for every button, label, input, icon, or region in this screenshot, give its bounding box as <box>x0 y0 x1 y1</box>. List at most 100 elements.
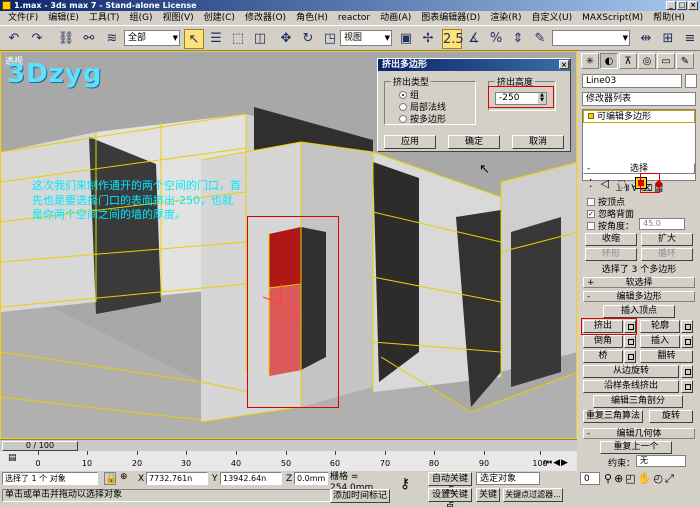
bevel-settings-icon[interactable] <box>624 335 636 348</box>
set-key-button[interactable]: 设置关键点 <box>428 488 472 507</box>
scale-icon[interactable]: ◳ <box>320 29 340 49</box>
go-to-start-icon[interactable]: ⏮ <box>544 458 552 468</box>
cancel-button[interactable]: 取消 <box>512 135 564 149</box>
stack-item-editable-poly[interactable]: 可编辑多边形 <box>583 110 695 123</box>
window-crossing-icon[interactable]: ◫ <box>250 29 270 49</box>
rotate-icon[interactable]: ↻ <box>298 29 318 49</box>
play-icon[interactable]: ▶ <box>561 458 568 468</box>
bind-space-warp-icon[interactable]: ≋ <box>102 29 122 49</box>
redo-icon[interactable]: ↷ <box>27 29 47 49</box>
select-by-name-icon[interactable]: ☰ <box>206 29 226 49</box>
motion-tab-icon[interactable]: ◎ <box>638 53 656 69</box>
pan-icon[interactable]: ✋ <box>638 472 652 486</box>
menu-rendering[interactable]: 渲染(R) <box>485 11 526 25</box>
undo-icon[interactable]: ↶ <box>4 29 24 49</box>
menu-graph-editors[interactable]: 图表编辑器(D) <box>416 11 485 25</box>
flip-button[interactable]: 翻转 <box>640 350 693 363</box>
hierarchy-tab-icon[interactable]: ⊼ <box>619 53 637 69</box>
zoom-all-icon[interactable]: ⊕ <box>614 472 623 486</box>
align-icon[interactable]: ⊞ <box>658 29 678 49</box>
menu-maxscript[interactable]: MAXScript(M) <box>577 11 648 25</box>
add-time-tag-button[interactable]: 添加时间标记 <box>330 489 390 503</box>
utilities-tab-icon[interactable]: ✎ <box>676 53 694 69</box>
bevel-button[interactable]: 倒角 <box>583 335 623 348</box>
key-filters-button[interactable]: 关键点过滤器... <box>503 488 563 502</box>
inset-settings-icon[interactable] <box>681 335 693 348</box>
track-bar-icon[interactable]: ▤ <box>8 453 17 463</box>
mirror-icon[interactable]: ⇹ <box>636 29 656 49</box>
create-tab-icon[interactable]: ✳ <box>581 53 599 69</box>
time-slider-track[interactable]: 0 / 100 <box>0 439 577 451</box>
edit-polygons-rollout-header[interactable]: - 编辑多边形 <box>583 291 695 302</box>
edge-level-icon[interactable]: ◁ <box>601 177 609 193</box>
loop-button[interactable]: 循环 <box>641 248 693 261</box>
snaps-toggle-icon[interactable]: 2.5 <box>442 29 464 49</box>
grow-button[interactable]: 扩大 <box>641 233 693 246</box>
spinner-snap-icon[interactable]: ⇕ <box>508 29 528 49</box>
turn-button[interactable]: 旋转 <box>649 410 693 423</box>
edit-geometry-rollout-header[interactable]: - 编辑几何体 <box>583 428 695 439</box>
current-frame-field[interactable]: 0 <box>580 472 600 485</box>
inset-button[interactable]: 插入 <box>640 335 680 348</box>
auto-key-button[interactable]: 自动关键点 <box>428 472 472 496</box>
select-manipulate-icon[interactable]: ✢ <box>418 29 438 49</box>
menu-modifiers[interactable]: 修改器(O) <box>240 11 291 25</box>
link-icon[interactable]: ⛓ <box>56 29 76 49</box>
minimize-button[interactable]: _ <box>666 1 676 10</box>
menu-file[interactable]: 文件(F) <box>3 11 43 25</box>
unlink-icon[interactable]: ⚯ <box>79 29 99 49</box>
bridge-settings-icon[interactable] <box>624 350 636 363</box>
menu-create[interactable]: 创建(C) <box>199 11 240 25</box>
menu-customize[interactable]: 自定义(U) <box>527 11 578 25</box>
retriangulate-button[interactable]: 重复三角算法 <box>583 410 643 423</box>
y-coordinate-field[interactable]: 13942.64n <box>220 472 282 485</box>
select-object-icon[interactable]: ↖ <box>184 29 204 49</box>
menu-reactor[interactable]: reactor <box>333 11 375 25</box>
hinge-from-edge-button[interactable]: 从边旋转 <box>583 365 679 378</box>
insert-vertex-button[interactable]: 插入顶点 <box>603 305 675 318</box>
menu-edit[interactable]: 编辑(E) <box>43 11 84 25</box>
shrink-button[interactable]: 收缩 <box>585 233 637 246</box>
key-icon[interactable]: ⚷ <box>400 476 410 492</box>
lock-selection-icon[interactable]: 🔒 <box>104 472 117 485</box>
maximize-button[interactable]: □ <box>677 1 687 10</box>
menu-help[interactable]: 帮助(H) <box>648 11 690 25</box>
menu-tools[interactable]: 工具(T) <box>84 11 125 25</box>
soft-selection-rollout-header[interactable]: + 软选择 <box>583 277 695 288</box>
bridge-button[interactable]: 桥 <box>583 350 623 363</box>
angle-snap-icon[interactable]: ∡ <box>464 29 484 49</box>
option-by-polygon[interactable]: 按多边形 <box>399 112 446 125</box>
pivot-center-icon[interactable]: ▣ <box>396 29 416 49</box>
apply-button[interactable]: 应用 <box>384 135 436 149</box>
timeline-ruler[interactable]: ▤ 0 10 20 30 40 50 60 70 80 90 100 <box>0 451 577 471</box>
outline-settings-icon[interactable] <box>681 320 693 333</box>
menu-animation[interactable]: 动画(A) <box>375 11 416 25</box>
by-angle-checkbox[interactable]: 按角度： <box>587 219 634 232</box>
hinge-settings-icon[interactable] <box>681 365 693 378</box>
move-icon[interactable]: ✥ <box>276 29 296 49</box>
named-selection-sets-select[interactable] <box>552 30 630 46</box>
zoom-extents-icon[interactable]: ◰ <box>625 472 635 486</box>
layer-manager-icon[interactable]: ≡ <box>680 29 700 49</box>
extrude-along-spline-button[interactable]: 沿样条线挤出 <box>583 380 679 393</box>
close-button[interactable]: × <box>688 1 698 10</box>
zoom-icon[interactable]: ⚲ <box>604 472 612 486</box>
outline-button[interactable]: 轮廓 <box>640 320 680 333</box>
selection-filter-select[interactable]: 全部 <box>124 30 180 46</box>
extrude-along-spline-settings-icon[interactable] <box>681 380 693 393</box>
maximize-viewport-icon[interactable]: ⤢ <box>665 472 674 486</box>
angle-value-field[interactable]: 45.0 <box>639 218 685 230</box>
dialog-close-button[interactable]: × <box>559 60 569 69</box>
menu-views[interactable]: 视图(V) <box>157 11 198 25</box>
percent-snap-icon[interactable]: % <box>486 29 506 49</box>
arc-rotate-icon[interactable]: ◴ <box>653 472 663 486</box>
time-slider[interactable]: 0 / 100 <box>2 441 78 451</box>
ok-button[interactable]: 确定 <box>448 135 500 149</box>
object-color-swatch[interactable] <box>685 74 697 88</box>
menu-group[interactable]: 组(G) <box>124 11 157 25</box>
edit-triangulation-button[interactable]: 编辑三角剖分 <box>593 395 683 408</box>
ring-button[interactable]: 环形 <box>585 248 637 261</box>
display-tab-icon[interactable]: ▭ <box>657 53 675 69</box>
modifier-list-select[interactable]: 修改器列表 <box>582 92 696 106</box>
object-name-field[interactable]: Line03 <box>582 74 682 88</box>
